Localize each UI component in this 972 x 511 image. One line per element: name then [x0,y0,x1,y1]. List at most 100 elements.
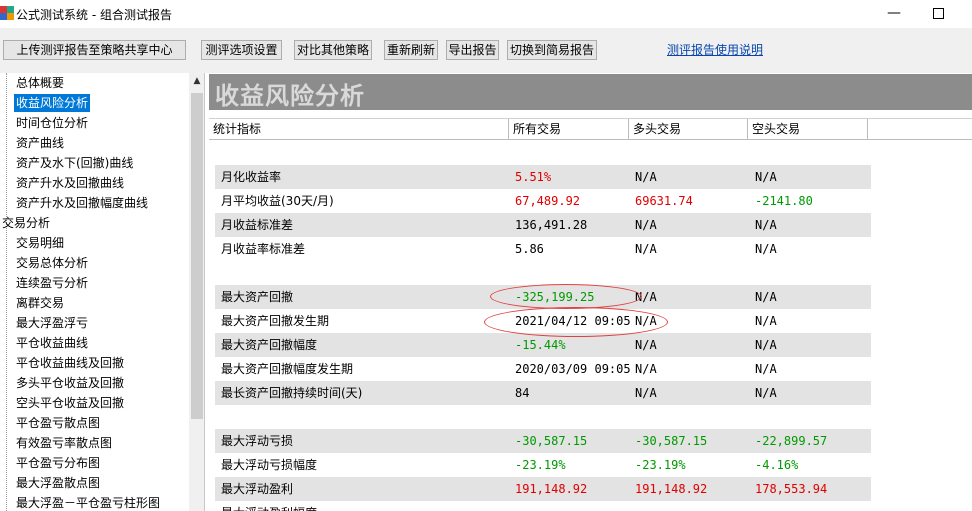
table-row: 最大浮动亏损幅度 -23.19% -23.19% -4.16% [215,453,871,477]
table-row: 最大资产回撤幅度发生期 2020/03/09 09:05 N/A N/A [215,357,871,381]
tree-item[interactable]: 空头平仓收益及回撤 [14,394,126,412]
report-panel: 收益风险分析 统计指标 所有交易 多头交易 空头交易 月化收益率 5.51% N/A… [205,73,972,511]
upload-report-button[interactable]: 上传测评报告至策略共享中心 [3,40,186,60]
help-link[interactable]: 测评报告使用说明 [667,41,763,58]
metric-label: 最大浮动亏损幅度 [221,458,318,472]
tree-item[interactable]: 平仓收益曲线 [14,334,90,352]
table-row: 最长资产回撤持续时间(天) 84 N/A N/A [215,381,871,405]
value-all: 84 [515,386,530,400]
table-row: 最大浮动盈利幅度 [215,501,871,511]
value-all: 2020/03/09 09:05 [515,362,631,376]
tree-item[interactable]: 时间仓位分析 [14,114,90,132]
tree-item[interactable]: 交易明细 [14,234,66,252]
value-long: N/A [635,170,657,184]
metric-label: 最大资产回撤幅度 [221,338,318,352]
table-row: 最大浮动盈利 191,148.92 191,148.92 178,553.94 [215,477,871,501]
tree-item[interactable]: 总体概要 [14,74,66,92]
app-icon [0,6,14,20]
value-long: N/A [635,362,657,376]
annotation-circle [484,307,668,337]
toolbar: 上传测评报告至策略共享中心 测评选项设置 对比其他策略 重新刷新 导出报告 切换… [0,28,972,73]
metric-label: 最大资产回撤发生期 [221,314,330,328]
value-long: -23.19% [635,458,686,472]
tree-item[interactable]: 收益风险分析 [14,94,91,112]
report-title: 收益风险分析 [215,81,365,110]
switch-simple-report-button[interactable]: 切换到简易报告 [507,40,597,60]
metric-label: 月平均收益(30天/月) [221,194,334,208]
value-long: 191,148.92 [635,482,708,496]
tree-item[interactable]: 资产升水及回撤幅度曲线 [14,194,150,212]
tree-item[interactable]: 交易总体分析 [14,254,90,272]
table-row: 月收益率标准差 5.86 N/A N/A [215,237,871,261]
value-short: N/A [755,314,777,328]
table-row: 月化收益率 5.51% N/A N/A [215,165,871,189]
value-short: N/A [755,386,777,400]
metric-label: 月收益标准差 [221,218,294,232]
value-short: N/A [755,338,777,352]
header-all-trades[interactable]: 所有交易 [509,119,629,140]
value-short: -22,899.57 [755,434,828,448]
tree-item[interactable]: 交易分析 [0,214,52,232]
report-tree: 总体概要收益风险分析 时间仓位分析 资产曲线资产及水下(回撤)曲线 资产升水及回撤曲线… [0,73,205,511]
value-short: -4.16% [755,458,799,472]
title-bar: 公式测试系统 - 组合测试报告 — [0,0,972,28]
tree-scrollbar[interactable]: ▲ [189,73,204,511]
tree-connector [6,73,7,511]
metric-label: 最大浮动盈利幅度 [221,501,317,511]
value-all: -23.19% [515,458,566,472]
refresh-button[interactable]: 重新刷新 [384,40,438,60]
metric-label: 最长资产回撤持续时间(天) [221,386,363,400]
value-short: N/A [755,218,777,232]
tree-item[interactable]: 离群交易 [14,294,66,312]
tree-item[interactable]: 最大浮盈－平仓盈亏柱形图 [14,494,162,511]
export-report-button[interactable]: 导出报告 [446,40,499,60]
metric-label: 最大资产回撤 [221,290,294,304]
value-long: N/A [635,338,657,352]
value-long: -30,587.15 [635,434,708,448]
value-short: N/A [755,290,777,304]
value-all: 67,489.92 [515,194,581,208]
value-all: 5.51% [515,170,552,184]
tree-item[interactable]: 最大浮盈散点图 [14,474,102,492]
compare-strategy-button[interactable]: 对比其他策略 [294,40,372,60]
tree-item[interactable]: 平仓收益曲线及回撤 [14,354,126,372]
value-short: N/A [755,170,777,184]
tree-item[interactable]: 最大浮盈浮亏 [14,314,90,332]
scroll-up-icon[interactable]: ▲ [189,73,204,89]
tree-item[interactable]: 平仓盈亏散点图 [14,414,102,432]
tree-item[interactable]: 平仓盈亏分布图 [14,454,102,472]
tree-item[interactable]: 连续盈亏分析 [14,274,90,292]
metric-label: 最大浮动亏损 [221,434,294,448]
tree-item[interactable]: 有效盈亏率散点图 [14,434,114,452]
table-header: 统计指标 所有交易 多头交易 空头交易 [209,118,972,140]
value-all: 191,148.92 [515,482,588,496]
table-row: 月平均收益(30天/月) 67,489.92 69631.74 -2141.80 [215,189,871,213]
value-all: 5.86 [515,242,544,256]
header-long-trades[interactable]: 多头交易 [629,119,748,140]
minimize-icon[interactable]: — [886,5,902,21]
window-title: 公式测试系统 - 组合测试报告 [16,8,172,22]
table-row: 月收益标准差 136,491.28 N/A N/A [215,213,871,237]
metric-label: 最大资产回撤幅度发生期 [221,362,354,376]
tree-item[interactable]: 资产曲线 [14,134,66,152]
test-options-button[interactable]: 测评选项设置 [201,40,282,60]
value-long: N/A [635,386,657,400]
value-long: 69631.74 [635,194,693,208]
value-long: N/A [635,218,657,232]
metric-label: 最大浮动盈利 [221,482,294,496]
value-short: -2141.80 [755,194,813,208]
report-banner: 收益风险分析 [209,74,972,110]
header-short-trades[interactable]: 空头交易 [748,119,868,140]
header-metric[interactable]: 统计指标 [209,119,509,140]
tree-item[interactable]: 多头平仓收益及回撤 [14,374,126,392]
value-long: N/A [635,242,657,256]
tree-item[interactable]: 资产升水及回撤曲线 [14,174,126,192]
table-row: 最大资产回撤幅度 -15.44% N/A N/A [215,333,871,357]
maximize-icon[interactable] [933,8,944,19]
value-short: 178,553.94 [755,482,828,496]
annotation-circle [490,284,642,309]
value-all: -30,587.15 [515,434,588,448]
value-all: 136,491.28 [515,218,588,232]
tree-item[interactable]: 资产及水下(回撤)曲线 [14,154,135,172]
scroll-thumb[interactable] [191,93,203,419]
